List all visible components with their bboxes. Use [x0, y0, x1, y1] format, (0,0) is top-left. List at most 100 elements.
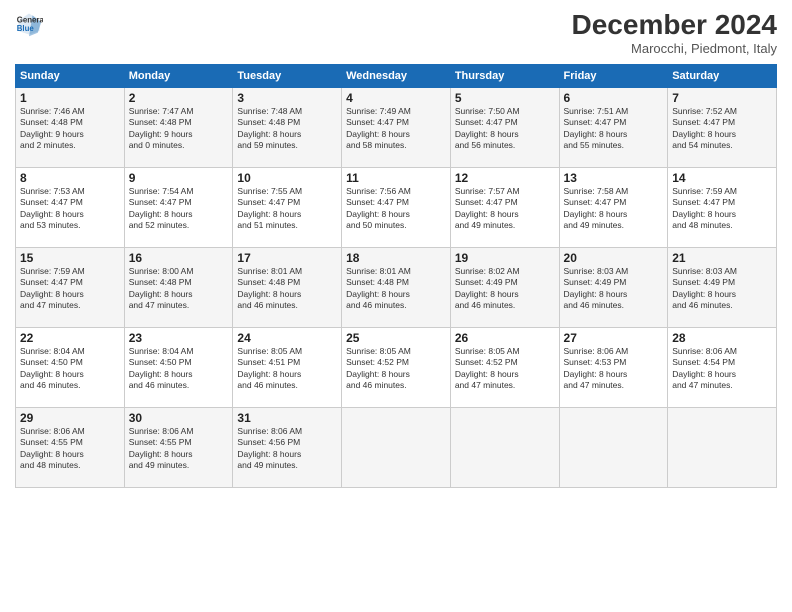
- day-number: 19: [455, 251, 555, 265]
- day-info: Sunrise: 8:06 AMSunset: 4:54 PMDaylight:…: [672, 346, 772, 392]
- day-cell: 29Sunrise: 8:06 AMSunset: 4:55 PMDayligh…: [16, 407, 125, 487]
- day-cell: [559, 407, 668, 487]
- day-info: Sunrise: 7:47 AMSunset: 4:48 PMDaylight:…: [129, 106, 229, 152]
- day-info: Sunrise: 7:50 AMSunset: 4:47 PMDaylight:…: [455, 106, 555, 152]
- col-header-tuesday: Tuesday: [233, 64, 342, 87]
- day-number: 25: [346, 331, 446, 345]
- day-number: 26: [455, 331, 555, 345]
- svg-text:General: General: [17, 15, 43, 24]
- day-number: 29: [20, 411, 120, 425]
- calendar-page: General Blue December 2024 Marocchi, Pie…: [0, 0, 792, 612]
- day-cell: 12Sunrise: 7:57 AMSunset: 4:47 PMDayligh…: [450, 167, 559, 247]
- day-info: Sunrise: 7:48 AMSunset: 4:48 PMDaylight:…: [237, 106, 337, 152]
- day-info: Sunrise: 7:53 AMSunset: 4:47 PMDaylight:…: [20, 186, 120, 232]
- day-info: Sunrise: 7:46 AMSunset: 4:48 PMDaylight:…: [20, 106, 120, 152]
- day-info: Sunrise: 8:05 AMSunset: 4:51 PMDaylight:…: [237, 346, 337, 392]
- day-number: 8: [20, 171, 120, 185]
- day-info: Sunrise: 7:55 AMSunset: 4:47 PMDaylight:…: [237, 186, 337, 232]
- day-number: 23: [129, 331, 229, 345]
- day-info: Sunrise: 7:49 AMSunset: 4:47 PMDaylight:…: [346, 106, 446, 152]
- day-info: Sunrise: 8:06 AMSunset: 4:53 PMDaylight:…: [564, 346, 664, 392]
- header-row: SundayMondayTuesdayWednesdayThursdayFrid…: [16, 64, 777, 87]
- day-info: Sunrise: 8:05 AMSunset: 4:52 PMDaylight:…: [346, 346, 446, 392]
- day-info: Sunrise: 7:58 AMSunset: 4:47 PMDaylight:…: [564, 186, 664, 232]
- day-number: 2: [129, 91, 229, 105]
- svg-text:Blue: Blue: [17, 24, 35, 33]
- week-row-4: 22Sunrise: 8:04 AMSunset: 4:50 PMDayligh…: [16, 327, 777, 407]
- day-cell: 5Sunrise: 7:50 AMSunset: 4:47 PMDaylight…: [450, 87, 559, 167]
- day-cell: 8Sunrise: 7:53 AMSunset: 4:47 PMDaylight…: [16, 167, 125, 247]
- day-cell: 25Sunrise: 8:05 AMSunset: 4:52 PMDayligh…: [342, 327, 451, 407]
- day-cell: 9Sunrise: 7:54 AMSunset: 4:47 PMDaylight…: [124, 167, 233, 247]
- week-row-1: 1Sunrise: 7:46 AMSunset: 4:48 PMDaylight…: [16, 87, 777, 167]
- day-number: 4: [346, 91, 446, 105]
- day-cell: 27Sunrise: 8:06 AMSunset: 4:53 PMDayligh…: [559, 327, 668, 407]
- day-number: 28: [672, 331, 772, 345]
- day-number: 30: [129, 411, 229, 425]
- day-number: 27: [564, 331, 664, 345]
- header: General Blue December 2024 Marocchi, Pie…: [15, 10, 777, 56]
- day-cell: 15Sunrise: 7:59 AMSunset: 4:47 PMDayligh…: [16, 247, 125, 327]
- day-cell: 4Sunrise: 7:49 AMSunset: 4:47 PMDaylight…: [342, 87, 451, 167]
- day-cell: 20Sunrise: 8:03 AMSunset: 4:49 PMDayligh…: [559, 247, 668, 327]
- day-number: 12: [455, 171, 555, 185]
- day-number: 18: [346, 251, 446, 265]
- day-cell: [668, 407, 777, 487]
- day-cell: 10Sunrise: 7:55 AMSunset: 4:47 PMDayligh…: [233, 167, 342, 247]
- day-number: 13: [564, 171, 664, 185]
- day-number: 1: [20, 91, 120, 105]
- day-number: 9: [129, 171, 229, 185]
- week-row-5: 29Sunrise: 8:06 AMSunset: 4:55 PMDayligh…: [16, 407, 777, 487]
- day-cell: 7Sunrise: 7:52 AMSunset: 4:47 PMDaylight…: [668, 87, 777, 167]
- day-number: 20: [564, 251, 664, 265]
- day-number: 6: [564, 91, 664, 105]
- day-cell: [342, 407, 451, 487]
- day-number: 17: [237, 251, 337, 265]
- day-number: 21: [672, 251, 772, 265]
- week-row-3: 15Sunrise: 7:59 AMSunset: 4:47 PMDayligh…: [16, 247, 777, 327]
- location-subtitle: Marocchi, Piedmont, Italy: [572, 41, 777, 56]
- day-cell: 11Sunrise: 7:56 AMSunset: 4:47 PMDayligh…: [342, 167, 451, 247]
- logo-icon: General Blue: [15, 10, 43, 38]
- day-cell: 21Sunrise: 8:03 AMSunset: 4:49 PMDayligh…: [668, 247, 777, 327]
- day-info: Sunrise: 8:05 AMSunset: 4:52 PMDaylight:…: [455, 346, 555, 392]
- col-header-thursday: Thursday: [450, 64, 559, 87]
- day-number: 15: [20, 251, 120, 265]
- day-cell: 1Sunrise: 7:46 AMSunset: 4:48 PMDaylight…: [16, 87, 125, 167]
- col-header-sunday: Sunday: [16, 64, 125, 87]
- day-cell: 23Sunrise: 8:04 AMSunset: 4:50 PMDayligh…: [124, 327, 233, 407]
- day-cell: 30Sunrise: 8:06 AMSunset: 4:55 PMDayligh…: [124, 407, 233, 487]
- day-info: Sunrise: 7:59 AMSunset: 4:47 PMDaylight:…: [20, 266, 120, 312]
- day-cell: 26Sunrise: 8:05 AMSunset: 4:52 PMDayligh…: [450, 327, 559, 407]
- day-number: 16: [129, 251, 229, 265]
- day-info: Sunrise: 7:59 AMSunset: 4:47 PMDaylight:…: [672, 186, 772, 232]
- day-cell: 3Sunrise: 7:48 AMSunset: 4:48 PMDaylight…: [233, 87, 342, 167]
- col-header-wednesday: Wednesday: [342, 64, 451, 87]
- col-header-friday: Friday: [559, 64, 668, 87]
- day-number: 3: [237, 91, 337, 105]
- day-cell: 17Sunrise: 8:01 AMSunset: 4:48 PMDayligh…: [233, 247, 342, 327]
- day-cell: 6Sunrise: 7:51 AMSunset: 4:47 PMDaylight…: [559, 87, 668, 167]
- day-info: Sunrise: 7:54 AMSunset: 4:47 PMDaylight:…: [129, 186, 229, 232]
- day-number: 7: [672, 91, 772, 105]
- day-cell: 28Sunrise: 8:06 AMSunset: 4:54 PMDayligh…: [668, 327, 777, 407]
- day-info: Sunrise: 8:06 AMSunset: 4:55 PMDaylight:…: [20, 426, 120, 472]
- col-header-monday: Monday: [124, 64, 233, 87]
- day-info: Sunrise: 8:01 AMSunset: 4:48 PMDaylight:…: [237, 266, 337, 312]
- day-number: 14: [672, 171, 772, 185]
- day-cell: 24Sunrise: 8:05 AMSunset: 4:51 PMDayligh…: [233, 327, 342, 407]
- logo: General Blue: [15, 10, 43, 38]
- day-info: Sunrise: 7:56 AMSunset: 4:47 PMDaylight:…: [346, 186, 446, 232]
- day-cell: 18Sunrise: 8:01 AMSunset: 4:48 PMDayligh…: [342, 247, 451, 327]
- day-info: Sunrise: 8:06 AMSunset: 4:55 PMDaylight:…: [129, 426, 229, 472]
- day-cell: [450, 407, 559, 487]
- day-number: 22: [20, 331, 120, 345]
- day-info: Sunrise: 8:00 AMSunset: 4:48 PMDaylight:…: [129, 266, 229, 312]
- day-cell: 22Sunrise: 8:04 AMSunset: 4:50 PMDayligh…: [16, 327, 125, 407]
- day-cell: 19Sunrise: 8:02 AMSunset: 4:49 PMDayligh…: [450, 247, 559, 327]
- day-info: Sunrise: 8:03 AMSunset: 4:49 PMDaylight:…: [672, 266, 772, 312]
- day-info: Sunrise: 7:51 AMSunset: 4:47 PMDaylight:…: [564, 106, 664, 152]
- day-info: Sunrise: 8:02 AMSunset: 4:49 PMDaylight:…: [455, 266, 555, 312]
- month-title: December 2024: [572, 10, 777, 41]
- day-info: Sunrise: 8:01 AMSunset: 4:48 PMDaylight:…: [346, 266, 446, 312]
